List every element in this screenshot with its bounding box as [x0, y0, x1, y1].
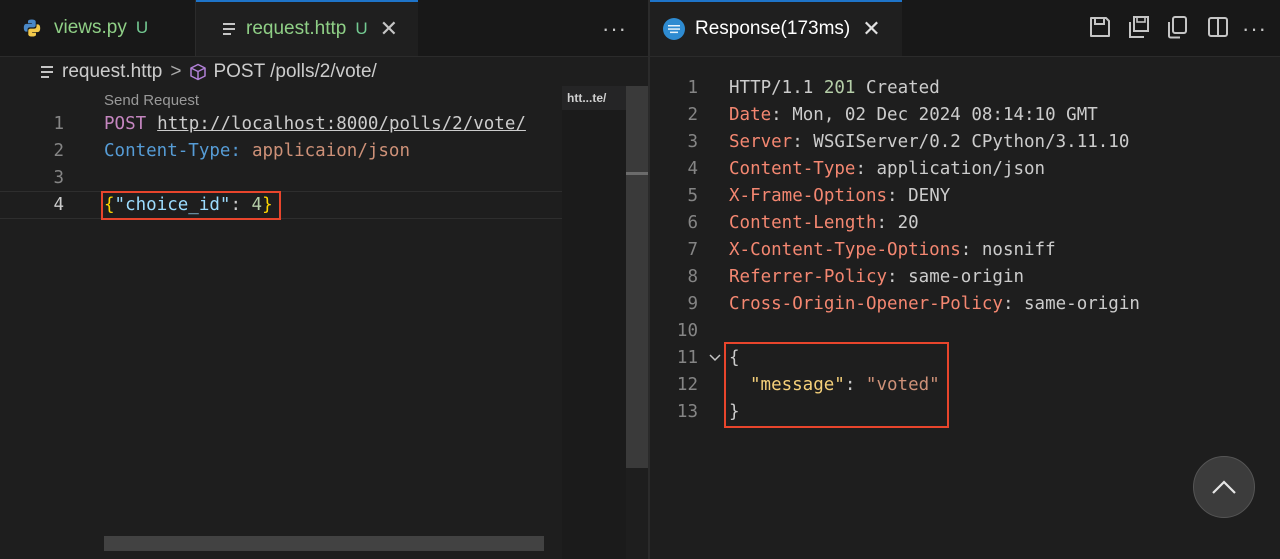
code-line-1: 1 POST http://localhost:8000/polls/2/vot… [0, 111, 560, 137]
line-number: 11 [676, 347, 698, 368]
horizontal-scrollbar[interactable] [104, 536, 544, 551]
response-line-3: 3 Server: WSGIServer/0.2 CPython/3.11.10 [650, 128, 1280, 155]
request-url[interactable]: http://localhost:8000/polls/2/vote/ [157, 114, 526, 134]
split-editor-icon[interactable] [1205, 14, 1231, 40]
request-body-highlight-box [101, 191, 281, 220]
tab-label: request.http [246, 18, 347, 39]
header-value: application/json [876, 158, 1046, 179]
code-line-2: 2 Content-Type: applicaion/json [0, 138, 560, 164]
tab-response[interactable]: Response(173ms) ✕ [650, 0, 902, 56]
file-lines-icon [222, 21, 236, 37]
request-editor-pane: views.py U request.http U ✕ ··· request.… [0, 0, 648, 559]
status-text: Created [866, 77, 940, 98]
minimap-label: htt...te/ [567, 91, 607, 105]
line-number: 5 [687, 185, 698, 206]
response-line-9: 9 Cross-Origin-Opener-Policy: same-origi… [650, 290, 1280, 317]
line-number: 13 [676, 401, 698, 422]
status-protocol: HTTP/1.1 [729, 77, 814, 98]
header-value: same-origin [908, 266, 1025, 287]
code-line-3: 3 [0, 165, 560, 191]
more-actions-icon[interactable]: ··· [602, 16, 627, 42]
line-number: 2 [53, 141, 64, 161]
tab-request-http[interactable]: request.http U ✕ [196, 0, 418, 56]
header-value: same-origin [1024, 293, 1140, 314]
header-name: Referrer-Policy [729, 266, 888, 287]
line-number: 9 [687, 293, 698, 314]
vertical-scrollbar[interactable] [626, 86, 648, 468]
untracked-badge: U [355, 19, 368, 38]
copy-icon[interactable] [1164, 14, 1190, 40]
response-line-1: 1 HTTP/1.1 201 Created [650, 74, 1280, 101]
chevron-up-icon [1211, 479, 1237, 495]
response-line-7: 7 X-Content-Type-Options: nosniff [650, 236, 1280, 263]
header-name: Cross-Origin-Opener-Policy [729, 293, 1003, 314]
tab-label: Response(173ms) [695, 18, 851, 39]
send-request-codelens[interactable]: Send Request [104, 92, 199, 109]
response-line-10: 10 [650, 317, 1280, 344]
header-name: Server [729, 131, 793, 152]
scroll-to-top-button[interactable] [1193, 456, 1255, 518]
line-number: 4 [687, 158, 698, 179]
response-line-2: 2 Date: Mon, 02 Dec 2024 08:14:10 GMT [650, 101, 1280, 128]
line-number: 3 [53, 168, 64, 188]
close-icon[interactable]: ✕ [862, 18, 880, 40]
untracked-badge: U [135, 18, 149, 37]
header-value: Mon, 02 Dec 2024 08:14:10 GMT [792, 104, 1098, 125]
header-value: applicaion/json [251, 141, 411, 161]
save-body-icon[interactable] [1126, 14, 1152, 40]
save-icon[interactable] [1087, 14, 1113, 40]
header-value: DENY [908, 185, 951, 206]
http-method: POST [104, 114, 147, 134]
line-number: 6 [687, 212, 698, 233]
line-number: 3 [687, 131, 698, 152]
response-line-5: 5 X-Frame-Options: DENY [650, 182, 1280, 209]
response-line-8: 8 Referrer-Policy: same-origin [650, 263, 1280, 290]
header-name: Content-Length [729, 212, 877, 233]
status-code: 201 [823, 77, 856, 98]
file-lines-icon [40, 64, 54, 80]
line-number: 4 [53, 195, 64, 215]
line-number: 12 [676, 374, 698, 395]
header-name: X-Frame-Options [729, 185, 888, 206]
fold-chevron-icon[interactable] [708, 351, 722, 365]
breadcrumb-symbol[interactable]: POST /polls/2/vote/ [213, 61, 376, 83]
response-line-4: 4 Content-Type: application/json [650, 155, 1280, 182]
right-tab-bar: Response(173ms) ✕ ··· [650, 0, 1280, 57]
header-value: 20 [897, 212, 919, 233]
line-number: 1 [687, 77, 698, 98]
line-number: 8 [687, 266, 698, 287]
python-icon [22, 18, 42, 38]
line-number: 2 [687, 104, 698, 125]
close-icon[interactable]: ✕ [380, 18, 398, 40]
response-body-highlight-box [724, 342, 949, 428]
header-name: Content-Type: [104, 141, 241, 161]
header-name: Date [729, 104, 772, 125]
response-line-6: 6 Content-Length: 20 [650, 209, 1280, 236]
header-value: WSGIServer/0.2 CPython/3.11.10 [813, 131, 1130, 152]
minimap[interactable]: htt...te/ [562, 86, 626, 559]
more-actions-icon[interactable]: ··· [1242, 16, 1267, 42]
line-number: 1 [53, 114, 64, 134]
line-number: 7 [687, 239, 698, 260]
header-name: X-Content-Type-Options [729, 239, 961, 260]
line-number: 10 [676, 320, 698, 341]
breadcrumb-separator: > [170, 61, 182, 82]
left-tab-bar: views.py U request.http U ✕ ··· [0, 0, 648, 57]
breadcrumb-file[interactable]: request.http [62, 61, 162, 83]
breadcrumb: request.http > POST /polls/2/vote/ [0, 58, 377, 86]
cube-icon [189, 63, 207, 81]
header-name: Content-Type [729, 158, 856, 179]
tab-views-py[interactable]: views.py U [0, 0, 196, 56]
response-pane: Response(173ms) ✕ ··· 1 HTTP/1.1 201 Cre… [650, 0, 1280, 559]
header-value: nosniff [981, 239, 1056, 260]
tab-label: views.py [54, 17, 127, 38]
rest-client-icon [662, 17, 686, 41]
scrollbar-cursor-marker [626, 172, 648, 175]
